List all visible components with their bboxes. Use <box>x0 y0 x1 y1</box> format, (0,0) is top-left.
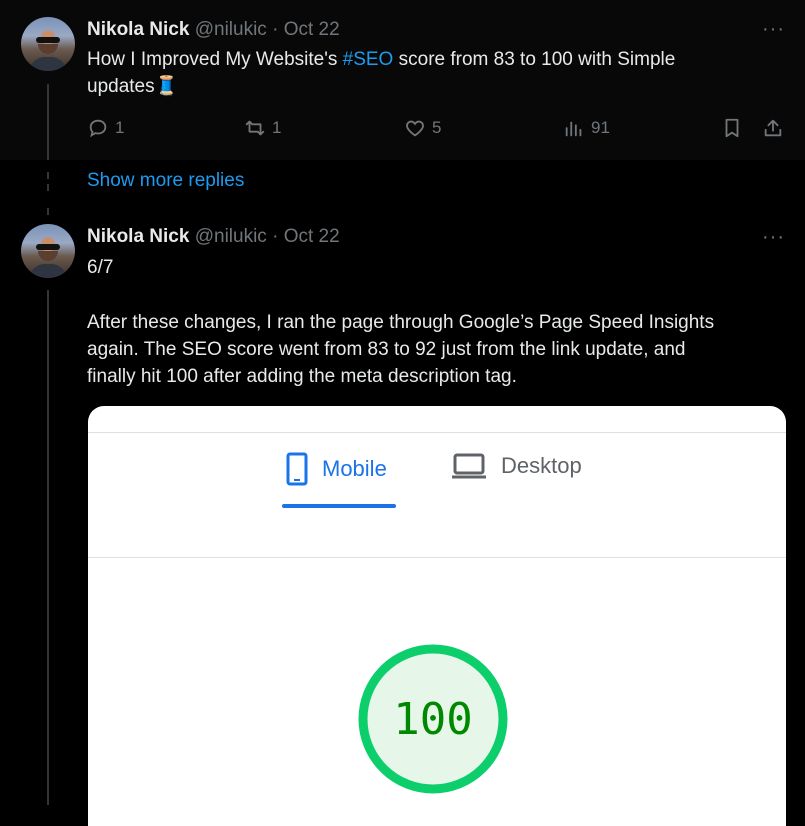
thread-dot <box>47 172 49 179</box>
retweet-button[interactable]: 1 <box>244 117 281 139</box>
divider <box>88 432 786 433</box>
tweet-text-part: updates🧵 <box>87 76 179 97</box>
tweet-text-part: How I Improved My Website's <box>87 49 343 70</box>
laptop-icon <box>452 453 486 479</box>
active-tab-indicator <box>282 504 396 508</box>
avatar[interactable] <box>21 17 75 71</box>
tab-desktop[interactable]: Desktop <box>451 452 582 480</box>
thread-line <box>47 290 49 805</box>
share-icon <box>764 119 782 137</box>
attached-image[interactable]: Mobile Desktop 100 <box>88 406 786 826</box>
bookmark-icon <box>725 118 739 138</box>
tab-mobile[interactable]: Mobile <box>286 452 387 486</box>
reply-count: 1 <box>115 118 125 137</box>
tweet-counter: 6/7 <box>87 257 114 278</box>
thread-line <box>47 84 49 160</box>
tweet-header: Nikola Nick @nilukic · Oct 22 <box>87 226 340 248</box>
views-icon <box>565 121 582 137</box>
author-name[interactable]: Nikola Nick <box>87 19 189 40</box>
hashtag-link[interactable]: #SEO <box>343 49 394 70</box>
tab-label: Desktop <box>501 453 582 478</box>
heart-icon <box>406 120 424 137</box>
phone-icon <box>286 452 308 486</box>
author-name[interactable]: Nikola Nick <box>87 226 189 247</box>
retweet-count: 1 <box>272 118 282 137</box>
reply-icon <box>89 119 107 138</box>
tweet-text-part: score from 83 to 100 with Simple <box>393 49 676 70</box>
views-button[interactable]: 91 <box>563 117 610 139</box>
tweet-text-line: After these changes, I ran the page thro… <box>87 312 715 333</box>
tweet-actions: 1 1 5 91 <box>87 117 787 145</box>
like-count: 5 <box>432 118 442 137</box>
reply-button[interactable]: 1 <box>87 117 124 139</box>
avatar[interactable] <box>21 224 75 278</box>
score-value: 100 <box>393 693 473 745</box>
more-options-icon[interactable]: ··· <box>762 18 785 41</box>
retweet-icon <box>245 120 265 136</box>
tweet-text-line: again. The SEO score went from 83 to 92 … <box>87 339 686 360</box>
author-handle[interactable]: @nilukic <box>195 226 267 247</box>
tab-label: Mobile <box>322 456 387 481</box>
score-gauge: 100 <box>358 644 508 794</box>
bookmark-button[interactable] <box>721 117 743 139</box>
views-count: 91 <box>591 118 610 137</box>
tweet-header: Nikola Nick @nilukic · Oct 22 <box>87 19 340 41</box>
share-button[interactable] <box>762 117 784 139</box>
tweet-text-line: finally hit 100 after adding the meta de… <box>87 366 517 387</box>
thread-dot <box>47 184 49 191</box>
tweet-date[interactable]: Oct 22 <box>284 226 340 247</box>
tweet-text: How I Improved My Website's #SEO score f… <box>87 46 675 100</box>
thread-dot <box>47 208 49 215</box>
tweet-text: After these changes, I ran the page thro… <box>87 309 714 390</box>
like-button[interactable]: 5 <box>404 117 441 139</box>
divider <box>88 557 786 558</box>
tweet-date[interactable]: Oct 22 <box>284 19 340 40</box>
more-options-icon[interactable]: ··· <box>762 226 785 249</box>
author-handle[interactable]: @nilukic <box>195 19 267 40</box>
separator: · <box>272 19 279 40</box>
separator: · <box>272 226 279 247</box>
show-more-replies-link[interactable]: Show more replies <box>87 170 244 192</box>
